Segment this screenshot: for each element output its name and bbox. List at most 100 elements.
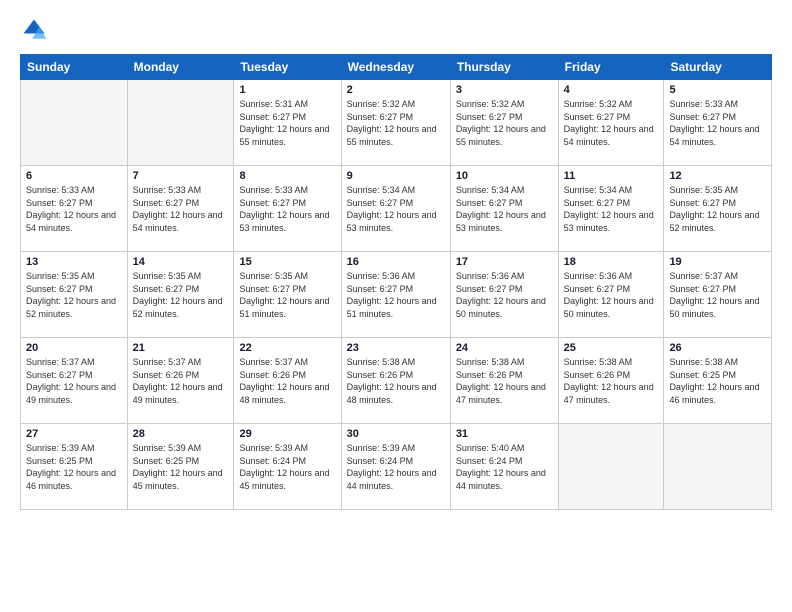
day-info: Sunrise: 5:32 AMSunset: 6:27 PMDaylight:… [347, 98, 445, 148]
calendar-cell: 14 Sunrise: 5:35 AMSunset: 6:27 PMDayligh… [127, 252, 234, 338]
day-number: 21 [133, 342, 229, 354]
day-number: 12 [669, 170, 766, 182]
calendar-cell: 22 Sunrise: 5:37 AMSunset: 6:26 PMDayligh… [234, 338, 341, 424]
day-info: Sunrise: 5:33 AMSunset: 6:27 PMDaylight:… [239, 184, 335, 234]
calendar-cell: 17 Sunrise: 5:36 AMSunset: 6:27 PMDayligh… [450, 252, 558, 338]
calendar-cell: 12 Sunrise: 5:35 AMSunset: 6:27 PMDayligh… [664, 166, 772, 252]
calendar-cell: 23 Sunrise: 5:38 AMSunset: 6:26 PMDayligh… [341, 338, 450, 424]
header [20, 16, 772, 44]
calendar-cell: 27 Sunrise: 5:39 AMSunset: 6:25 PMDayligh… [21, 424, 128, 510]
weekday-header-monday: Monday [127, 55, 234, 80]
day-info: Sunrise: 5:39 AMSunset: 6:24 PMDaylight:… [347, 442, 445, 492]
day-number: 3 [456, 84, 553, 96]
day-info: Sunrise: 5:35 AMSunset: 6:27 PMDaylight:… [26, 270, 122, 320]
calendar-cell: 13Sunrise: 5:35 AMSunset: 6:27 PMDayligh… [21, 252, 128, 338]
day-number: 22 [239, 342, 335, 354]
day-number: 14 [133, 256, 229, 268]
week-row-1: 6 Sunrise: 5:33 AMSunset: 6:27 PMDaylight… [21, 166, 772, 252]
day-info: Sunrise: 5:33 AMSunset: 6:27 PMDaylight:… [26, 184, 122, 234]
logo-icon [20, 16, 48, 44]
week-row-3: 20 Sunrise: 5:37 AMSunset: 6:27 PMDayligh… [21, 338, 772, 424]
weekday-header-tuesday: Tuesday [234, 55, 341, 80]
day-info: Sunrise: 5:38 AMSunset: 6:25 PMDaylight:… [669, 356, 766, 406]
calendar-cell: 7 Sunrise: 5:33 AMSunset: 6:27 PMDaylight… [127, 166, 234, 252]
day-info: Sunrise: 5:37 AMSunset: 6:26 PMDaylight:… [239, 356, 335, 406]
day-info: Sunrise: 5:36 AMSunset: 6:27 PMDaylight:… [456, 270, 553, 320]
day-info: Sunrise: 5:39 AMSunset: 6:24 PMDaylight:… [239, 442, 335, 492]
day-number: 24 [456, 342, 553, 354]
calendar-cell: 5Sunrise: 5:33 AMSunset: 6:27 PMDaylight… [664, 80, 772, 166]
calendar-cell: 11 Sunrise: 5:34 AMSunset: 6:27 PMDayligh… [558, 166, 664, 252]
day-number: 29 [239, 428, 335, 440]
calendar-cell: 25Sunrise: 5:38 AMSunset: 6:26 PMDayligh… [558, 338, 664, 424]
day-info: Sunrise: 5:39 AMSunset: 6:25 PMDaylight:… [133, 442, 229, 492]
calendar-cell: 1 Sunrise: 5:31 AMSunset: 6:27 PMDaylight… [234, 80, 341, 166]
logo [20, 16, 52, 44]
day-info: Sunrise: 5:35 AMSunset: 6:27 PMDaylight:… [133, 270, 229, 320]
day-number: 18 [564, 256, 659, 268]
weekday-header-row: SundayMondayTuesdayWednesdayThursdayFrid… [21, 55, 772, 80]
calendar-cell: 28 Sunrise: 5:39 AMSunset: 6:25 PMDayligh… [127, 424, 234, 510]
weekday-header-sunday: Sunday [21, 55, 128, 80]
calendar-cell: 8Sunrise: 5:33 AMSunset: 6:27 PMDaylight… [234, 166, 341, 252]
day-number: 1 [239, 84, 335, 96]
calendar-cell: 18 Sunrise: 5:36 AMSunset: 6:27 PMDayligh… [558, 252, 664, 338]
day-info: Sunrise: 5:35 AMSunset: 6:27 PMDaylight:… [669, 184, 766, 234]
day-number: 4 [564, 84, 659, 96]
day-number: 31 [456, 428, 553, 440]
calendar-cell [558, 424, 664, 510]
day-info: Sunrise: 5:33 AMSunset: 6:27 PMDaylight:… [133, 184, 229, 234]
day-number: 9 [347, 170, 445, 182]
calendar-cell: 26 Sunrise: 5:38 AMSunset: 6:25 PMDayligh… [664, 338, 772, 424]
calendar-cell: 3 Sunrise: 5:32 AMSunset: 6:27 PMDaylight… [450, 80, 558, 166]
week-row-2: 13Sunrise: 5:35 AMSunset: 6:27 PMDayligh… [21, 252, 772, 338]
day-number: 10 [456, 170, 553, 182]
calendar-cell: 16 Sunrise: 5:36 AMSunset: 6:27 PMDayligh… [341, 252, 450, 338]
day-number: 5 [669, 84, 766, 96]
day-number: 30 [347, 428, 445, 440]
day-info: Sunrise: 5:34 AMSunset: 6:27 PMDaylight:… [347, 184, 445, 234]
day-number: 26 [669, 342, 766, 354]
week-row-0: 1 Sunrise: 5:31 AMSunset: 6:27 PMDaylight… [21, 80, 772, 166]
day-number: 19 [669, 256, 766, 268]
day-info: Sunrise: 5:37 AMSunset: 6:27 PMDaylight:… [669, 270, 766, 320]
day-info: Sunrise: 5:38 AMSunset: 6:26 PMDaylight:… [347, 356, 445, 406]
day-info: Sunrise: 5:34 AMSunset: 6:27 PMDaylight:… [564, 184, 659, 234]
day-info: Sunrise: 5:32 AMSunset: 6:27 PMDaylight:… [456, 98, 553, 148]
weekday-header-friday: Friday [558, 55, 664, 80]
calendar-cell [21, 80, 128, 166]
day-number: 25 [564, 342, 659, 354]
day-info: Sunrise: 5:39 AMSunset: 6:25 PMDaylight:… [26, 442, 122, 492]
day-number: 20 [26, 342, 122, 354]
day-info: Sunrise: 5:36 AMSunset: 6:27 PMDaylight:… [347, 270, 445, 320]
day-info: Sunrise: 5:32 AMSunset: 6:27 PMDaylight:… [564, 98, 659, 148]
day-info: Sunrise: 5:31 AMSunset: 6:27 PMDaylight:… [239, 98, 335, 148]
day-number: 23 [347, 342, 445, 354]
weekday-header-wednesday: Wednesday [341, 55, 450, 80]
calendar-cell [127, 80, 234, 166]
day-number: 16 [347, 256, 445, 268]
day-number: 17 [456, 256, 553, 268]
calendar-cell: 21 Sunrise: 5:37 AMSunset: 6:26 PMDayligh… [127, 338, 234, 424]
day-number: 6 [26, 170, 122, 182]
calendar-cell: 29 Sunrise: 5:39 AMSunset: 6:24 PMDayligh… [234, 424, 341, 510]
day-info: Sunrise: 5:37 AMSunset: 6:26 PMDaylight:… [133, 356, 229, 406]
day-number: 7 [133, 170, 229, 182]
page: SundayMondayTuesdayWednesdayThursdayFrid… [0, 0, 792, 612]
day-info: Sunrise: 5:36 AMSunset: 6:27 PMDaylight:… [564, 270, 659, 320]
day-number: 27 [26, 428, 122, 440]
day-info: Sunrise: 5:38 AMSunset: 6:26 PMDaylight:… [456, 356, 553, 406]
week-row-4: 27 Sunrise: 5:39 AMSunset: 6:25 PMDayligh… [21, 424, 772, 510]
day-info: Sunrise: 5:37 AMSunset: 6:27 PMDaylight:… [26, 356, 122, 406]
day-number: 2 [347, 84, 445, 96]
calendar-cell: 19 Sunrise: 5:37 AMSunset: 6:27 PMDayligh… [664, 252, 772, 338]
calendar-cell: 20 Sunrise: 5:37 AMSunset: 6:27 PMDayligh… [21, 338, 128, 424]
day-info: Sunrise: 5:34 AMSunset: 6:27 PMDaylight:… [456, 184, 553, 234]
calendar-cell: 30 Sunrise: 5:39 AMSunset: 6:24 PMDayligh… [341, 424, 450, 510]
calendar-cell: 24 Sunrise: 5:38 AMSunset: 6:26 PMDayligh… [450, 338, 558, 424]
day-number: 11 [564, 170, 659, 182]
weekday-header-saturday: Saturday [664, 55, 772, 80]
calendar-cell [664, 424, 772, 510]
day-number: 28 [133, 428, 229, 440]
day-info: Sunrise: 5:35 AMSunset: 6:27 PMDaylight:… [239, 270, 335, 320]
